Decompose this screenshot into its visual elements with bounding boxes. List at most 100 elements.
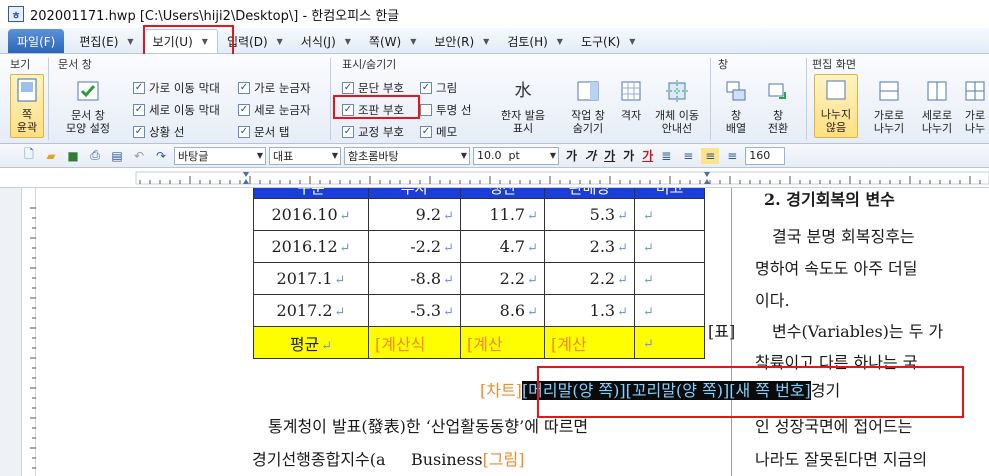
dropdown-icon: ▼ [256, 151, 263, 160]
group-editscreen-title: 편집 화면 [812, 58, 856, 71]
chk-doc-tab[interactable]: ✓ 문서 탭 [238, 124, 289, 140]
window-title: 202001171.hwp [C:\Users\hiji2\Desktop\] … [30, 8, 400, 24]
grid-button[interactable]: 격자 [616, 76, 646, 122]
chk-vertical-ruler[interactable]: ✓ 세로 눈금자 [238, 102, 311, 118]
chk-paragraph-mark[interactable]: ✓ 문단 부호 [342, 80, 404, 96]
right-text-line: 인 성장국면에 접어드는 [755, 417, 913, 436]
font-size-combo[interactable]: 10.0 pt ▼ [473, 146, 559, 165]
chk-proofread-mark[interactable]: ✓ 교정 부호 [342, 124, 404, 140]
body-text-line: 통계청이 발표(發表)한 ‘산업활동동향’에 따르면 [268, 417, 589, 436]
group-view-title: 보기 [10, 58, 31, 71]
caret-down-icon: ▼ [556, 36, 563, 46]
preview-icon[interactable]: ▤ [108, 148, 126, 164]
menu-format[interactable]: 서식(J) ▼ [292, 29, 360, 53]
ribbon: 보기 문서 창 표시/숨기기 창 편집 화면 쪽 윤곽 문서 창 모양 설정 ✓… [0, 54, 989, 144]
align-center-icon[interactable]: ≡ [701, 147, 720, 164]
lang-combo[interactable]: 대표 ▼ [269, 146, 341, 165]
horizontal-ruler[interactable] [0, 168, 989, 188]
right-text-line: 나라도 잘못된다면 지금의 [755, 450, 928, 469]
hanja-reading-button[interactable]: 水 한자 발음 표시 [493, 76, 553, 135]
hanja-icon: 水 [514, 80, 532, 101]
chk-control-code[interactable]: ✓ 조판 부호 [342, 102, 404, 118]
chk-horizontal-scrollbar[interactable]: ✓ 가로 이동 막대 [133, 80, 220, 96]
group-window-title: 창 [718, 58, 729, 71]
right-text-line: 이다. [755, 291, 790, 310]
doc-window-mode-button[interactable]: 문서 창 모양 설정 [56, 76, 120, 135]
page-outline-button[interactable]: 쪽 윤곽 [10, 74, 44, 138]
both-split-button[interactable]: 가로 나누 [960, 76, 989, 135]
chk-memo[interactable]: ✓ 메모 [420, 124, 457, 140]
chk-status-line[interactable]: ✓ 상황 선 [133, 124, 184, 140]
no-split-button[interactable]: 나누지 않음 [814, 74, 858, 138]
window-arrange-button[interactable]: 창 배열 [718, 76, 754, 135]
work-window-icon [573, 76, 603, 106]
open-folder-icon[interactable]: ▰ [42, 148, 60, 164]
line-spacing-combo[interactable]: 160 [745, 146, 786, 165]
redo-icon[interactable]: ↷ [152, 148, 170, 164]
window-switch-icon [763, 76, 793, 106]
caret-down-icon: ▼ [276, 36, 283, 46]
table-row: 2016.10 ↵ 9.2 ↵ 11.7 ↵ 5.3 ↵ ↵ [253, 198, 705, 231]
menu-tools[interactable]: 도구(K) ▼ [572, 29, 644, 53]
caret-down-icon: ▼ [629, 36, 636, 46]
undo-icon[interactable]: ↶ [130, 148, 148, 164]
table-header-cell: 비고 [634, 188, 705, 199]
chk-transparent-line[interactable]: 투명 선 [420, 102, 471, 118]
underline-button[interactable]: 가 [604, 147, 615, 164]
vertical-split-button[interactable]: 세로로 나누기 [914, 76, 960, 135]
save-icon[interactable]: ■ [64, 148, 82, 164]
caret-down-icon: ▼ [410, 36, 417, 46]
object-move-guide-button[interactable]: 개체 이동 안내선 [648, 76, 706, 135]
selected-control-codes-line[interactable]: [차트][머리말(양 쪽)][꼬리말(양 쪽)][새 쪽 번호]경기 [480, 377, 840, 401]
dropdown-icon: ▼ [460, 151, 467, 160]
horizontal-split-icon [874, 76, 904, 106]
font-combo[interactable]: 함초롬바탕 ▼ [344, 146, 470, 165]
new-doc-icon[interactable]: 🗋 [20, 147, 38, 164]
menu-bar: 파일(F) 편집(E) ▼ 보기(U) ▼ 입력(D) ▼ 서식(J) ▼ 쪽(W) ▼ … [0, 28, 989, 54]
align-left-icon[interactable]: ≡ [679, 148, 697, 164]
table-header-row: 구분 투자 생산 판매량 비고 [253, 188, 705, 199]
vertical-ruler[interactable] [22, 188, 36, 476]
hwp-app-icon[interactable]: ㅎ [8, 6, 24, 22]
horizontal-split-button[interactable]: 가로로 나누기 [866, 76, 912, 135]
table-header-cell: 투자 [368, 188, 461, 199]
print-icon[interactable]: ⎙ [86, 148, 104, 164]
hide-work-window-button[interactable]: 작업 창 숨기기 [562, 76, 614, 135]
data-table[interactable]: 구분 투자 생산 판매량 비고 2016.10 ↵ 9.2 ↵ 11.7 ↵ 5.3 ↵… [253, 188, 705, 359]
table-header-cell: 생산 [460, 188, 545, 199]
align-justify-icon[interactable]: ≣ [657, 148, 675, 164]
no-split-icon [821, 75, 851, 105]
window-switch-button[interactable]: 창 전환 [760, 76, 796, 135]
right-text-line: 명하여 속도도 아주 더딜 [755, 259, 918, 278]
table-average-row: 평균 ↵ [계산식 [계산 [계산 ↵ [253, 326, 705, 359]
bold-button[interactable]: 가 [566, 147, 577, 164]
menu-insert[interactable]: 입력(D) ▼ [218, 29, 292, 53]
right-text-line: 결국 분명 회복징후는 [772, 227, 915, 246]
menu-page[interactable]: 쪽(W) ▼ [360, 29, 425, 53]
page-outline-icon [12, 75, 42, 105]
caret-down-icon: ▼ [201, 37, 208, 46]
both-split-icon [960, 76, 989, 106]
chk-vertical-scrollbar[interactable]: ✓ 세로 이동 막대 [133, 102, 220, 118]
document-area[interactable]: 구분 투자 생산 판매량 비고 2016.10 ↵ 9.2 ↵ 11.7 ↵ 5.3 ↵… [136, 188, 989, 476]
body-text-line: 경기선행종합지수(a Business[그림] [252, 450, 525, 469]
grid-icon [616, 76, 646, 106]
check-doc-icon [73, 76, 103, 106]
italic-button[interactable]: 가 [585, 147, 596, 164]
caret-down-icon: ▼ [483, 36, 490, 46]
menu-review[interactable]: 검토(H) ▼ [498, 29, 572, 53]
strike-button[interactable]: 가 [623, 147, 634, 164]
style-combo[interactable]: 바탕글 ▼ [174, 146, 266, 165]
left-gutter [0, 168, 22, 476]
menu-security[interactable]: 보안(R) ▼ [425, 29, 498, 53]
font-color-button[interactable]: 가 [642, 147, 653, 164]
right-text-line: 변수(Variables)는 두 가 [772, 322, 944, 341]
chk-horizontal-ruler[interactable]: ✓ 가로 눈금자 [238, 80, 311, 96]
align-right-icon[interactable]: ≡ [723, 148, 741, 164]
chk-picture[interactable]: ✓ 그림 [420, 80, 457, 96]
menu-file[interactable]: 파일(F) [8, 29, 65, 53]
menu-edit[interactable]: 편집(E) ▼ [70, 29, 142, 53]
table-row: 2017.1 ↵ -8.8 ↵ 2.2 ↵ 2.2 ↵ ↵ [253, 262, 705, 295]
vertical-split-icon [922, 76, 952, 106]
menu-view[interactable]: 보기(U) ▼ [142, 29, 218, 53]
